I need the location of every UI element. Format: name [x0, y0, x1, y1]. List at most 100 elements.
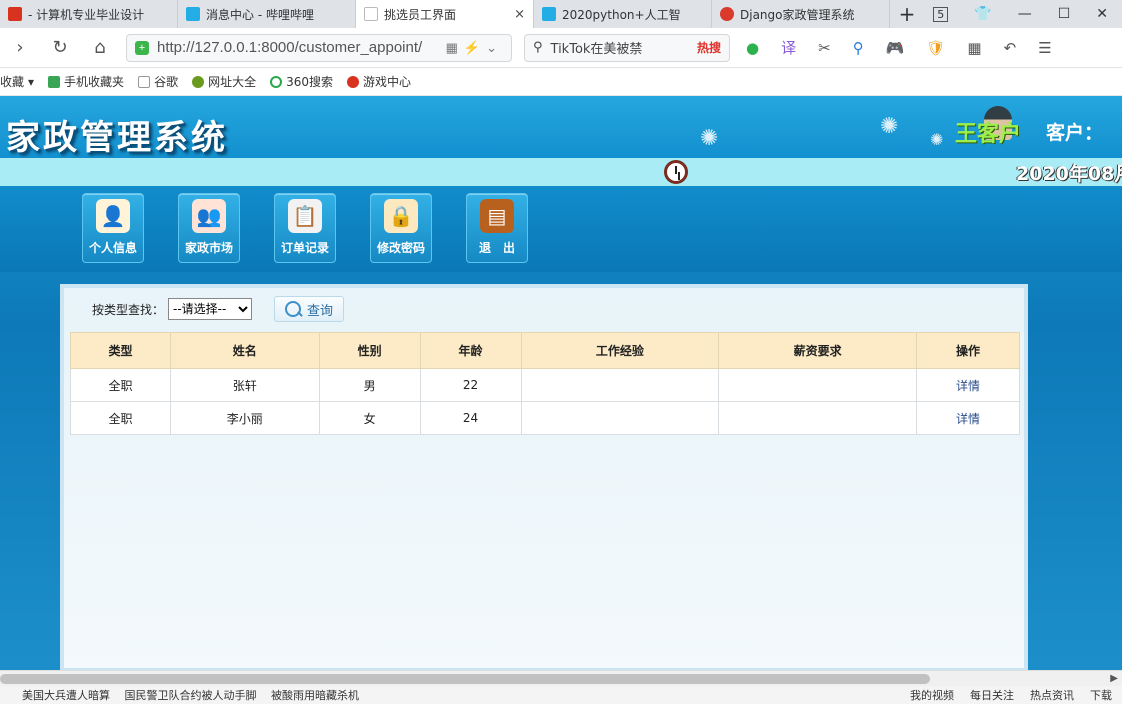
cell-type: 全职	[70, 401, 171, 435]
shield-icon[interactable]: 🛡	[926, 39, 945, 57]
translate-icon[interactable]: 译	[781, 37, 796, 58]
table-row: 全职 张轩 男 22 详情	[70, 368, 1020, 402]
browser-tab[interactable]: 2020python+人工智	[534, 0, 712, 28]
person-icon: 👤	[96, 199, 130, 233]
globe-icon	[192, 75, 205, 88]
menu-icon[interactable]: ☰	[1038, 39, 1051, 57]
lock-person-icon: 🔒	[384, 199, 418, 233]
nav-button-market[interactable]: 👥 家政市场	[178, 193, 240, 263]
content-inner: 按类型查找： --请选择-- 查询 类型 姓名 性别 年龄 工作经验 薪资要求 …	[64, 288, 1024, 668]
table-header-row: 类型 姓名 性别 年龄 工作经验 薪资要求 操作	[70, 332, 1020, 369]
scissors-icon[interactable]: ✂	[818, 39, 831, 57]
bookmark-item[interactable]: 手机收藏夹	[48, 73, 124, 90]
detail-link[interactable]: 详情	[956, 379, 980, 393]
address-bar: › ↻ ⌂ + http://127.0.0.1:8000/customer_a…	[0, 28, 1122, 68]
news-ticker[interactable]: 美国大兵遭人暗算 国民警卫队合约被人动手脚 被酸雨用暗藏杀机	[22, 687, 359, 703]
status-item-video[interactable]: 我的视频	[910, 687, 954, 703]
browser-tab[interactable]: 消息中心 - 哔哩哔哩	[178, 0, 356, 28]
col-header-experience: 工作经验	[520, 332, 720, 369]
nav-button-exit[interactable]: ▤ 退 出	[466, 193, 528, 263]
nav-label: 个人信息	[88, 241, 137, 255]
type-select[interactable]: --请选择--	[168, 298, 253, 320]
phone-icon	[48, 75, 61, 88]
browser-status-bar: 美国大兵遭人暗算 国民警卫队合约被人动手脚 被酸雨用暗藏杀机 我的视频 每日关注…	[0, 686, 1122, 704]
browser-tab[interactable]: Django家政管理系统	[712, 0, 890, 28]
minimize-icon[interactable]: —	[1018, 6, 1032, 22]
status-items: 我的视频 每日关注 热点资讯 下载	[910, 687, 1122, 703]
extension-icon[interactable]: ●	[746, 39, 759, 57]
cell-action: 详情	[916, 401, 1020, 435]
browser-tab-bar: - 计算机专业毕业设计 消息中心 - 哔哩哔哩 挑选员工界面 × 2020pyt…	[0, 0, 1122, 28]
secure-shield-icon: +	[135, 40, 149, 55]
user-role: 客户：	[1046, 122, 1104, 144]
magnifier-icon[interactable]: ⚲	[853, 39, 864, 57]
scrollbar-thumb[interactable]	[0, 674, 930, 684]
cell-action: 详情	[916, 368, 1020, 402]
close-window-icon[interactable]: ✕	[1096, 6, 1108, 22]
window-count-badge[interactable]: 5	[933, 6, 949, 22]
query-button[interactable]: 查询	[274, 296, 344, 322]
search-box[interactable]: ⚲ TikTok在美被禁 热搜	[524, 33, 730, 62]
page-icon	[138, 75, 151, 88]
status-item-download[interactable]: 下载	[1090, 687, 1112, 703]
game-center-icon	[347, 75, 359, 88]
search-icon: ⚲	[533, 40, 543, 55]
google-icon	[720, 7, 734, 21]
360-search-icon	[270, 75, 283, 88]
bookmark-item[interactable]: 谷歌	[138, 73, 178, 90]
cell-experience	[520, 401, 720, 435]
query-label: 查询	[306, 303, 333, 319]
status-item-news[interactable]: 热点资讯	[1030, 687, 1074, 703]
url-action-icons[interactable]: ▦⚡⌄	[446, 40, 503, 56]
horizontal-scrollbar[interactable]: ▶	[0, 670, 1122, 686]
tab-label: - 计算机专业毕业设计	[28, 7, 145, 22]
search-icon	[284, 301, 301, 317]
people-icon: 👥	[192, 199, 226, 233]
nav-button-password[interactable]: 🔒 修改密码	[370, 193, 432, 263]
detail-link[interactable]: 详情	[956, 412, 980, 426]
dandelion-decoration-icon: ✺	[930, 130, 944, 149]
cell-gender: 女	[318, 401, 421, 435]
toolbar-icons: ● 译 ✂ ⚲ 🎮 🛡 ▦ ↶ ☰	[746, 37, 1052, 58]
undo-icon[interactable]: ↶	[1004, 39, 1017, 57]
tab-label: 挑选员工界面	[384, 7, 457, 22]
home-icon[interactable]: ⌂	[80, 37, 120, 58]
browser-tab[interactable]: - 计算机专业毕业设计	[0, 0, 178, 28]
bookmark-item[interactable]: 网址大全	[192, 73, 256, 90]
exit-icon: ▤	[480, 199, 514, 233]
nav-button-orders[interactable]: 📋 订单记录	[274, 193, 336, 263]
browser-tab-active[interactable]: 挑选员工界面 ×	[356, 0, 534, 28]
col-header-type: 类型	[70, 332, 171, 369]
col-header-gender: 性别	[318, 332, 421, 369]
dandelion-decoration-icon: ✺	[700, 126, 719, 151]
order-icon: 📋	[288, 199, 322, 233]
shirt-icon[interactable]: 👕	[974, 6, 991, 22]
bilibili-icon	[542, 7, 556, 21]
bookmark-item[interactable]: 收藏 ▾	[0, 73, 34, 90]
maximize-icon[interactable]: ☐	[1058, 6, 1071, 22]
forward-icon[interactable]: ›	[0, 37, 40, 58]
close-tab-icon[interactable]: ×	[514, 7, 525, 22]
bookmark-item[interactable]: 360搜索	[270, 73, 333, 90]
hot-search-label[interactable]: 热搜	[697, 39, 721, 56]
type-filter: 按类型查找： --请选择--	[92, 298, 253, 320]
employee-table: 类型 姓名 性别 年龄 工作经验 薪资要求 操作 全职 张轩 男 22 详情 全…	[70, 332, 1020, 435]
tab-label: 2020python+人工智	[562, 7, 681, 22]
url-field[interactable]: + http://127.0.0.1:8000/customer_appoint…	[126, 33, 512, 62]
scroll-right-icon[interactable]: ▶	[1110, 671, 1118, 687]
reload-icon[interactable]: ↻	[40, 37, 80, 58]
bookmarks-bar: 收藏 ▾ 手机收藏夹 谷歌 网址大全 360搜索 游戏中心	[0, 68, 1122, 96]
bookmark-item[interactable]: 游戏中心	[347, 73, 411, 90]
cell-type: 全职	[70, 368, 171, 402]
bilibili-icon	[186, 7, 200, 21]
app-title: 家政管理系统	[6, 118, 228, 158]
tab-label: 消息中心 - 哔哩哔哩	[206, 7, 314, 22]
gamepad-icon[interactable]: 🎮	[886, 39, 905, 57]
clock-icon	[664, 160, 688, 184]
page-icon	[364, 7, 378, 21]
nav-button-profile[interactable]: 👤 个人信息	[82, 193, 144, 263]
col-header-action: 操作	[916, 332, 1020, 369]
new-tab-button[interactable]: +	[890, 0, 924, 28]
grid-icon[interactable]: ▦	[967, 39, 981, 57]
status-item-follow[interactable]: 每日关注	[970, 687, 1014, 703]
